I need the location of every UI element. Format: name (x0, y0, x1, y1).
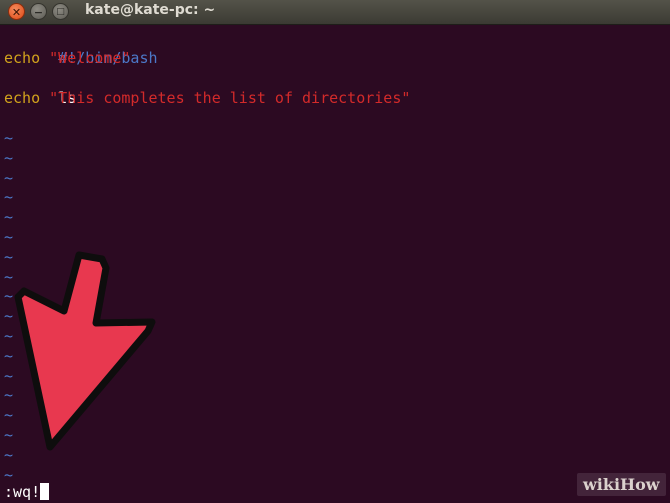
terminal-window: ✕ − □ kate@kate-pc: ~ #!/bin/bash echo "… (0, 0, 670, 503)
wikihow-watermark: wikiHow (577, 473, 666, 496)
red-arrow-icon (14, 251, 156, 451)
